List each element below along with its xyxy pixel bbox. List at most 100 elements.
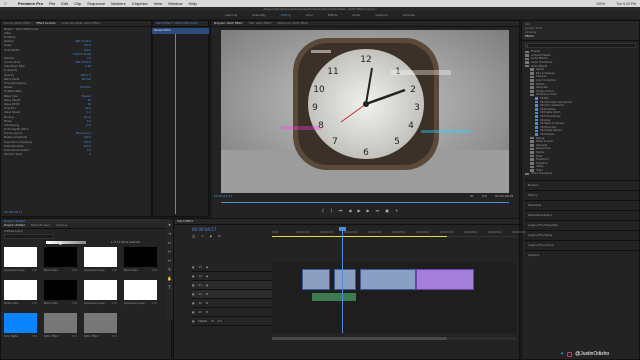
menu-help[interactable]: Help [188,1,196,6]
go-to-out-icon[interactable]: ⏭ [376,208,380,213]
timeline-settings-icon[interactable]: ⚙ [218,234,221,238]
ec-property-value[interactable]: Uniform Scale [73,53,91,56]
workspace-effects[interactable]: Effects [328,13,338,17]
playhead-handle-icon[interactable] [339,227,346,231]
ec-property-value[interactable]: 100.00% [79,86,91,89]
menu-graphics[interactable]: Graphics [132,1,148,6]
tab-lumetri[interactable]: Lumetri Color [525,27,543,30]
lock-track-icon[interactable]: ▣ [192,266,194,269]
go-to-in-icon[interactable]: ⏮ [339,208,343,213]
master-volume-value[interactable]: 0.0 [218,320,222,323]
tab-audio-clip-mixer[interactable]: Audio Clip Mixer: Glitch Effect [61,22,99,25]
track-header[interactable]: ▣ V1 ◉ [192,281,272,290]
workspace-color[interactable]: Color [306,13,313,17]
project-search-input[interactable] [4,234,54,240]
side-panel-header[interactable]: Legacy Title Actions [525,239,639,250]
bin-item[interactable]: Glitch Effect 8:16 [44,313,80,343]
lock-track-icon[interactable]: ▣ [192,311,194,314]
toggle-output-icon[interactable]: ◉ [206,284,208,287]
ec-property-value[interactable]: 100.0 [84,44,91,47]
pen-tool-icon[interactable]: ✎ [168,267,171,272]
menu-window[interactable]: Window [168,1,182,6]
timeline-scroll-thumb[interactable] [272,337,447,340]
ec-property-value[interactable]: 100.0 % [80,74,91,77]
bin-item[interactable]: Adjustment Layer 5:00 [84,247,120,277]
lock-track-icon[interactable]: ▣ [192,284,194,287]
tab-effects[interactable]: Effects [525,35,534,38]
hand-tool-icon[interactable]: ✋ [167,276,172,281]
tab-title[interactable]: Title: Glitch Effect [248,22,271,25]
ec-playhead[interactable] [175,29,176,214]
slip-tool-icon[interactable]: ↔ [168,258,171,263]
audio-clip-a1[interactable] [312,293,356,301]
toggle-output-icon[interactable]: ◉ [206,275,208,278]
ec-property-value[interactable]: 0.00 [85,65,91,68]
track-header[interactable]: ▣ Master M 0.0 [192,317,272,326]
timeline-timecode[interactable]: 00:00:04:17 [192,227,216,232]
workspace-learning[interactable]: Learning [225,13,237,17]
ec-property-row[interactable]: Random Seed 0 [1,153,151,157]
ec-property-value[interactable]: 0 [89,153,91,156]
menu-markers[interactable]: Markers [111,1,125,6]
bin-item[interactable]: White Video 5:00 [4,280,40,310]
program-resolution-select[interactable]: Full [482,194,487,198]
tab-project[interactable]: Project: Untitled [4,224,25,227]
tab-sequence[interactable]: Glitch Effect [177,220,193,223]
ec-clip-bar[interactable]: Reveal Glitch [152,28,209,34]
side-panel-header[interactable]: History [525,189,639,200]
work-area-bar[interactable] [272,236,447,237]
add-marker-icon[interactable]: ◆ [210,234,212,238]
timeline-scrollbar[interactable] [272,337,517,340]
track-select-tool-icon[interactable]: ⇥ [168,231,171,236]
ec-keyframe-area[interactable]: Glitch Effect * Glitch Effect.mp4 [152,20,209,217]
ec-property-value[interactable]: 90.0 [85,107,91,110]
track-header[interactable]: ▣ A3 M [192,308,272,317]
menu-file[interactable]: File [49,1,55,6]
tab-reference[interactable]: Reference: Glitch Effect [278,22,309,25]
mute-button[interactable]: M [206,293,208,296]
program-viewer[interactable]: 12 1 2 3 4567 8 9 10 11 [221,30,509,193]
play-icon[interactable]: ▶ [357,208,360,213]
camera-icon[interactable]: ▣ [385,208,389,213]
mark-out-button[interactable]: } [330,208,333,213]
ec-property-value[interactable]: None [84,116,91,119]
clip-glitch-effect-b[interactable] [334,269,356,290]
clip-glitch-effect-a[interactable] [302,269,330,290]
tab-effect-controls[interactable]: Effect Controls [36,22,55,25]
snap-icon[interactable]: ∭ [192,234,195,238]
ec-property-value[interactable]: 100.0 [84,49,91,52]
side-panel-header[interactable]: Essentials [525,199,639,210]
menu-sequence[interactable]: Sequence [87,1,105,6]
toggle-output-icon[interactable]: ◉ [206,266,208,269]
selection-tool-icon[interactable]: ➤ [168,222,171,227]
side-panel-header[interactable]: Legacy Title Properties [525,219,639,230]
bin-item[interactable]: Adjustment Layer 5:00 [4,247,40,277]
ec-property-value[interactable]: Square [82,95,91,98]
side-panel-header[interactable]: Essential Graphics [525,209,639,220]
ec-property-value[interactable]: 40 [88,103,91,106]
track-header[interactable]: ▣ A1 M [192,290,272,299]
lock-track-icon[interactable]: ▣ [192,275,194,278]
program-fit-select[interactable]: Fit [470,194,474,198]
effects-search-input[interactable]: ⚲ [525,43,636,48]
ripple-edit-tool-icon[interactable]: ⇔ [168,240,171,245]
tab-program[interactable]: Program: Glitch Effect [214,22,242,25]
bin-item[interactable]: Adjustment Layer 5:00 [124,280,160,310]
size-slider-handle-icon[interactable]: ▲ [59,240,62,245]
clip-adjustment-layer[interactable] [416,269,474,290]
timeline-playhead[interactable] [342,227,343,333]
type-tool-icon[interactable]: T [168,285,170,290]
side-panel-header[interactable]: Legacy Title Styles [525,229,639,240]
program-scrub-bar[interactable] [221,202,509,203]
ec-property-value[interactable]: 960.0 540.0 [75,61,91,64]
track-header[interactable]: ▣ A2 M [192,299,272,308]
app-menu[interactable]: Premiere Pro [18,1,43,6]
menu-clip[interactable]: Clip [74,1,81,6]
linked-selection-icon[interactable]: ∞ [201,234,204,238]
ec-timecode[interactable]: 00:00:04:17 [4,210,22,214]
icon-size-slider[interactable] [46,241,86,244]
apple-icon[interactable]:  [4,1,7,6]
menu-edit[interactable]: Edit [61,1,68,6]
bin-item[interactable]: Adjustment Layer 5:00 [84,280,120,310]
tab-media-browser[interactable]: Media Browser [31,224,50,227]
